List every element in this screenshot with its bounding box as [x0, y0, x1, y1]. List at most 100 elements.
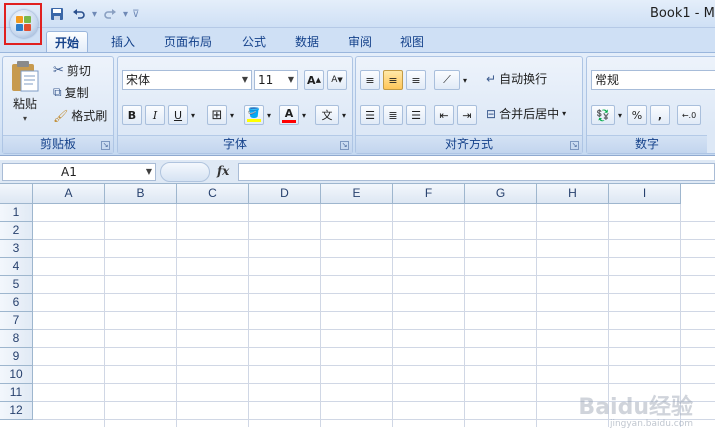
row-header-8[interactable]: 8 — [0, 330, 33, 348]
column-header-g[interactable]: G — [465, 184, 537, 204]
office-button-highlight[interactable] — [4, 3, 42, 45]
row-header-10[interactable]: 10 — [0, 366, 33, 384]
phonetic-dropdown-icon[interactable]: ▾ — [342, 111, 346, 120]
column-header-b[interactable]: B — [105, 184, 177, 204]
underline-button[interactable]: U ▾ — [168, 105, 195, 125]
ribbon-tabs: 开始 插入 页面布局 公式 数据 审阅 视图 — [0, 28, 715, 52]
font-group-label: 字体 — [118, 135, 352, 153]
formula-input[interactable] — [238, 163, 715, 181]
column-header-d[interactable]: D — [249, 184, 321, 204]
comma-icon: , — [650, 105, 670, 125]
accounting-format-button[interactable]: 💱 ▾ — [591, 105, 622, 125]
orientation-button[interactable]: ⟋ ▾ — [434, 70, 467, 90]
orientation-dropdown-icon[interactable]: ▾ — [463, 76, 467, 85]
tab-data[interactable]: 数据 — [287, 31, 327, 52]
font-name-combo[interactable]: 宋体 ▼ — [122, 70, 252, 90]
paste-label: 粘贴 — [12, 97, 37, 111]
column-header-h[interactable]: H — [537, 184, 609, 204]
comma-button[interactable]: , — [650, 105, 670, 125]
grow-font-button[interactable]: A ▲ — [304, 70, 324, 90]
column-header-c[interactable]: C — [177, 184, 249, 204]
number-group-label: 数字 — [587, 135, 707, 153]
row-header-7[interactable]: 7 — [0, 312, 33, 330]
row-header-1[interactable]: 1 — [0, 204, 33, 222]
merge-center-button[interactable]: ⊟ 合并后居中 ▾ — [486, 105, 566, 122]
wrap-text-button[interactable]: ↵ 自动换行 — [486, 70, 547, 87]
accounting-dropdown-icon[interactable]: ▾ — [618, 111, 622, 120]
bold-button[interactable]: B — [122, 105, 142, 125]
insert-function-icon[interactable]: fx — [217, 164, 229, 178]
row-header-5[interactable]: 5 — [0, 276, 33, 294]
tab-review[interactable]: 审阅 — [340, 31, 380, 52]
font-color-button[interactable]: A ▾ — [279, 105, 306, 125]
font-color-dropdown-icon[interactable]: ▾ — [302, 111, 306, 120]
row-header-3[interactable]: 3 — [0, 240, 33, 258]
decrease-indent-button[interactable]: ⇤ — [434, 105, 454, 125]
underline-dropdown-icon[interactable]: ▾ — [191, 111, 195, 120]
tab-view[interactable]: 视图 — [392, 31, 432, 52]
undo-dropdown-icon[interactable]: ▾ — [92, 9, 97, 20]
redo-icon[interactable] — [101, 5, 119, 23]
align-right-button[interactable]: ☰ — [406, 105, 426, 125]
row-header-11[interactable]: 11 — [0, 384, 33, 402]
office-button-icon[interactable] — [10, 10, 38, 38]
borders-button[interactable]: ⊞ ▾ — [207, 105, 234, 125]
column-header-f[interactable]: F — [393, 184, 465, 204]
clipboard-launcher-icon[interactable]: ↘ — [101, 141, 110, 150]
phonetic-button[interactable]: 文 ▾ — [315, 105, 346, 125]
font-name-dropdown-icon[interactable]: ▼ — [242, 71, 248, 89]
redo-dropdown-icon[interactable]: ▾ — [123, 9, 128, 20]
alignment-launcher-icon[interactable]: ↘ — [570, 141, 579, 150]
copy-label: 复制 — [64, 86, 89, 100]
fill-color-button[interactable]: 🪣 ▾ — [244, 105, 271, 125]
customize-qat-icon[interactable]: ⊽ — [132, 9, 139, 20]
font-size-dropdown-icon[interactable]: ▼ — [288, 71, 294, 89]
align-top-button[interactable]: ≡ — [360, 70, 380, 90]
column-header-i[interactable]: I — [609, 184, 681, 204]
row-header-2[interactable]: 2 — [0, 222, 33, 240]
paste-button[interactable]: 粘贴 ▾ — [9, 59, 41, 123]
merge-center-dropdown-icon[interactable]: ▾ — [562, 109, 566, 118]
shrink-font-button[interactable]: A ▼ — [327, 70, 347, 90]
column-header-a[interactable]: A — [33, 184, 105, 204]
align-center-button[interactable]: ≣ — [383, 105, 403, 125]
name-box-dropdown-icon[interactable]: ▼ — [146, 164, 152, 180]
font-size-combo[interactable]: 11 ▼ — [254, 70, 298, 90]
paste-dropdown-icon[interactable]: ▾ — [23, 114, 27, 123]
name-box-value: A1 — [61, 165, 77, 179]
increase-indent-button[interactable]: ⇥ — [457, 105, 477, 125]
tab-insert[interactable]: 插入 — [103, 31, 143, 52]
clipboard-group: 粘贴 ▾ ✂ 剪切 ⧉ 复制 🖌 格式刷 剪贴板 ↘ — [2, 56, 114, 154]
save-icon[interactable] — [48, 5, 66, 23]
align-top-icon: ≡ — [360, 70, 380, 90]
format-painter-button[interactable]: 🖌 格式刷 — [53, 107, 107, 124]
scissors-icon: ✂ — [53, 63, 64, 78]
fill-color-dropdown-icon[interactable]: ▾ — [267, 111, 271, 120]
borders-dropdown-icon[interactable]: ▾ — [230, 111, 234, 120]
undo-icon[interactable] — [70, 5, 88, 23]
name-box[interactable]: A1 ▼ — [2, 163, 156, 181]
select-all-corner[interactable] — [0, 184, 33, 204]
increase-decimal-button[interactable]: ←.0 — [677, 105, 701, 125]
align-bottom-button[interactable]: ≡ — [406, 70, 426, 90]
watermark-url: jingyan.baidu.com — [609, 419, 693, 429]
tab-formulas[interactable]: 公式 — [234, 31, 274, 52]
align-middle-icon: ≡ — [383, 70, 403, 90]
tab-home[interactable]: 开始 — [46, 31, 89, 52]
number-format-combo[interactable]: 常规 — [591, 70, 715, 90]
font-launcher-icon[interactable]: ↘ — [340, 141, 349, 150]
column-header-e[interactable]: E — [321, 184, 393, 204]
row-header-4[interactable]: 4 — [0, 258, 33, 276]
worksheet: ABCDEFGHI 1 2 3 4 5 6 7 8 9 10 11 12 Baidu经验 jingya… — [0, 184, 715, 429]
row-header-6[interactable]: 6 — [0, 294, 33, 312]
cut-button[interactable]: ✂ 剪切 — [53, 62, 91, 79]
row-header-9[interactable]: 9 — [0, 348, 33, 366]
align-left-button[interactable]: ☰ — [360, 105, 380, 125]
tab-page-layout[interactable]: 页面布局 — [156, 31, 220, 52]
copy-button[interactable]: ⧉ 复制 — [53, 84, 89, 101]
percent-button[interactable]: % — [627, 105, 647, 125]
align-left-icon: ☰ — [360, 105, 380, 125]
italic-button[interactable]: I — [145, 105, 165, 125]
align-middle-button[interactable]: ≡ — [383, 70, 403, 90]
row-header-12[interactable]: 12 — [0, 402, 33, 420]
